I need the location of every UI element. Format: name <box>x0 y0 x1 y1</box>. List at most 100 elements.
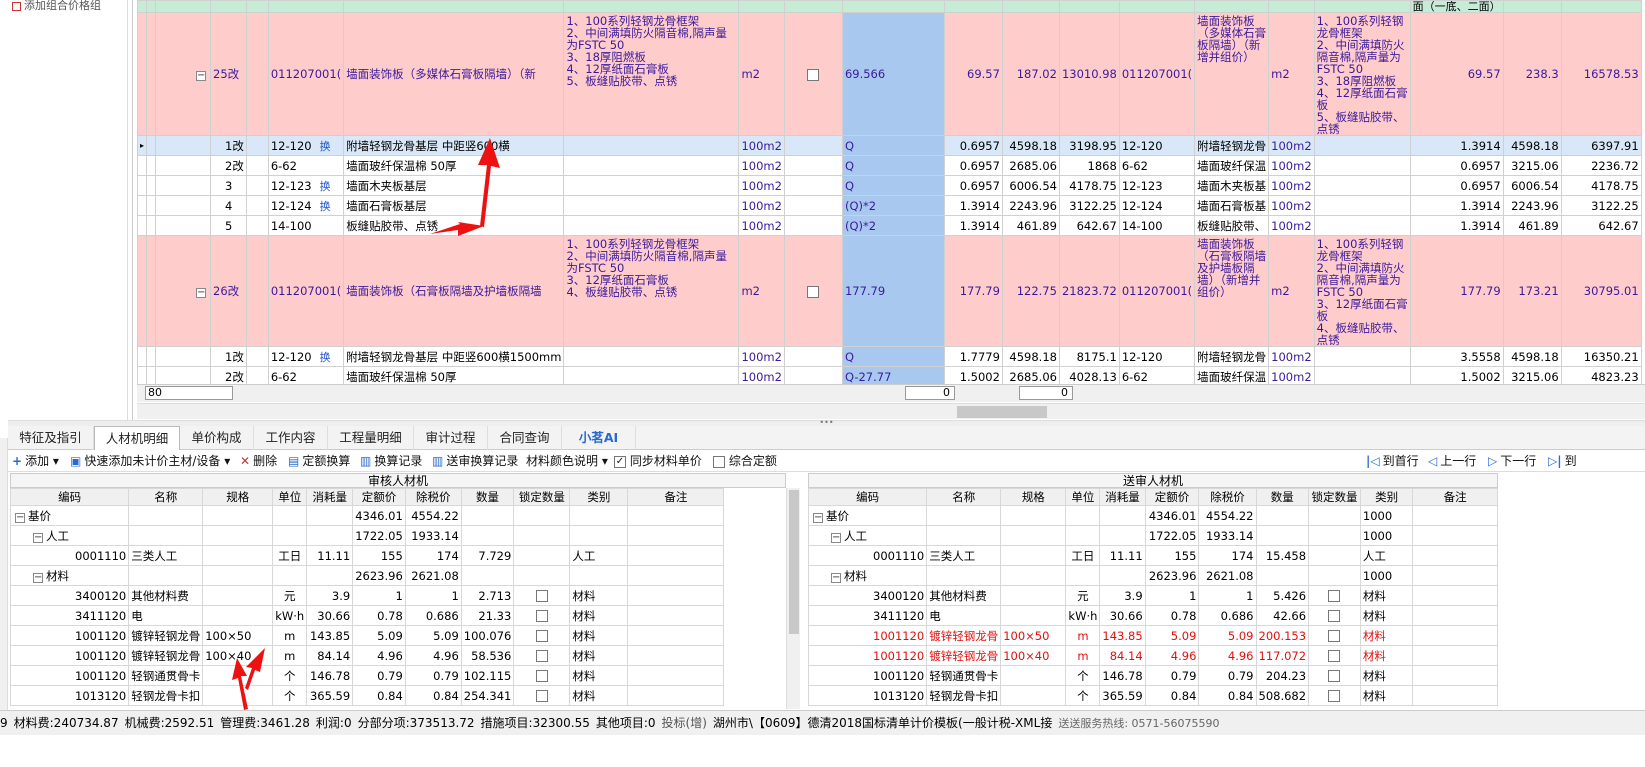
lock-cell[interactable] <box>783 235 843 347</box>
quota-row[interactable]: 2改 6-62 墙面玻纤保温棉 50厚 100m2 Q 0.6957 2685.06 1868… <box>137 155 1642 176</box>
lock-cell[interactable] <box>783 12 843 136</box>
column-header[interactable]: 除税价 <box>404 488 462 506</box>
table-row[interactable]: 1001120 轻钢通贯骨卡个 146.78 0.79 0.79 102.115 材料 <box>10 665 725 686</box>
column-header[interactable]: 数量 <box>460 488 515 506</box>
lock-qty-cell[interactable] <box>1308 585 1361 606</box>
tab-unit-price[interactable]: 单价构成 <box>180 426 254 450</box>
table-row[interactable]: 1013120 轻钢龙骨卡扣个 365.59 0.84 0.84 254.341 材料 <box>10 685 725 706</box>
lock-qty-cell[interactable] <box>513 605 571 626</box>
lock-qty-cell[interactable] <box>1308 605 1361 626</box>
tree-cell[interactable]: − <box>155 235 212 347</box>
sent-conversion-record-button[interactable]: ▥ 送审换算记录 <box>432 452 518 470</box>
lock-qty-cell[interactable] <box>513 625 571 646</box>
material-color-button[interactable]: 材料颜色说明 ▾ <box>526 452 608 470</box>
collapse-icon[interactable]: − <box>33 532 43 543</box>
checkbox-icon[interactable] <box>535 670 548 682</box>
tree-cell[interactable]: − <box>155 12 212 136</box>
vertical-scrollbar[interactable] <box>786 488 800 709</box>
scroll-thumb[interactable] <box>957 406 1047 418</box>
column-header[interactable]: 名称 <box>128 488 204 506</box>
table-row[interactable]: 1001120 镀锌轻钢龙骨 100×50 m 143.85 5.09 5.09 200.15… <box>808 625 1498 646</box>
table-row[interactable]: 0001110 三类人工 工日 11.11 155 174 15.458 人工 <box>808 545 1498 566</box>
column-header[interactable]: 锁定数量 <box>513 488 571 506</box>
tab-quantity-detail[interactable]: 工程量明细 <box>328 426 414 450</box>
first-row-button[interactable]: |◁ 到首行 <box>1366 452 1419 470</box>
next-row-button[interactable]: ▷ 下一行 <box>1488 452 1536 470</box>
conversion-record-button[interactable]: ▥ 换算记录 <box>360 452 422 470</box>
quota-conversion-button[interactable]: ▤ 定额换算 <box>288 452 350 470</box>
bill-row[interactable]: −26改 011207001(墙面装饰板（石膏板隔墙及护墙板隔墙 1、100系列轻钢… <box>137 235 1642 347</box>
column-header[interactable]: 备注 <box>1412 488 1498 506</box>
table-row[interactable]: − 人工 1722.05 1933.14 <box>10 525 725 546</box>
quick-add-button[interactable]: ▣ 快速添加未计价主材/设备 ▾ <box>70 452 230 470</box>
column-header[interactable]: 编码 <box>10 488 130 506</box>
last-row-button[interactable]: ▷| 到 <box>1548 452 1577 470</box>
table-row[interactable]: 3400120 其他材料费元 3.9 1 1 5.426 材料 <box>808 585 1498 606</box>
project-tree[interactable]: 添加组合价格组 <box>8 0 128 438</box>
table-row[interactable]: − 基价 4346.01 4554.22 1000 <box>808 505 1498 526</box>
column-header[interactable]: 除税价 <box>1198 488 1257 506</box>
tab-audit-process[interactable]: 审计过程 <box>414 426 488 450</box>
quota-row[interactable]: 5 14-100 板缝贴胶带、点锈 100m2 (Q)*2 1.3914 461.89 642… <box>137 215 1642 236</box>
lock-qty-cell[interactable] <box>513 685 571 706</box>
table-row[interactable]: 1001120 镀锌轻钢龙骨 100×50 m 143.85 5.09 5.09 100.07… <box>10 625 725 646</box>
checkbox-icon[interactable] <box>807 285 820 298</box>
row-height-input[interactable]: 80 <box>145 386 233 400</box>
column-header[interactable]: 消耗量 <box>306 488 354 506</box>
column-header[interactable]: 规格 <box>202 488 274 506</box>
lock-qty-cell[interactable] <box>513 665 571 686</box>
table-row[interactable]: − 人工 1722.05 1933.14 1000 <box>808 525 1498 546</box>
checkbox-icon[interactable] <box>535 610 548 622</box>
table-row[interactable]: 1001120 镀锌轻钢龙骨 100×40 m 84.14 4.96 4.96 58.536 材… <box>10 645 725 666</box>
add-button[interactable]: + 添加 ▾ <box>12 452 59 470</box>
collapse-icon[interactable]: − <box>813 512 823 523</box>
column-header[interactable]: 消耗量 <box>1099 488 1146 506</box>
column-header[interactable]: 定额价 <box>352 488 406 506</box>
tab-features[interactable]: 特征及指引 <box>8 426 94 450</box>
column-header[interactable]: 编码 <box>808 488 928 506</box>
table-row[interactable]: − 基价 4346.01 4554.22 <box>10 505 725 526</box>
total-input-1[interactable]: 0 <box>905 386 955 400</box>
tab-ai[interactable]: 小茗AI <box>562 426 636 450</box>
column-header[interactable]: 备注 <box>627 488 725 506</box>
tree-item[interactable]: 添加组合价格组 <box>8 0 127 12</box>
table-row[interactable]: − 材料 2623.96 2621.08 1000 <box>808 565 1498 586</box>
checkbox-icon[interactable] <box>1328 670 1341 682</box>
lock-qty-cell[interactable] <box>1308 645 1361 666</box>
lock-qty-cell[interactable] <box>1308 625 1361 646</box>
table-row[interactable]: 1001120 轻钢通贯骨卡个 146.78 0.79 0.79 204.23 材料 <box>808 665 1498 686</box>
column-header[interactable]: 类别 <box>1359 488 1414 506</box>
comprehensive-checkbox[interactable]: 综合定额 <box>713 452 777 470</box>
column-header[interactable]: 单位 <box>272 488 308 506</box>
column-header[interactable]: 名称 <box>926 488 1002 506</box>
checkbox-icon[interactable] <box>807 68 820 81</box>
horizontal-scrollbar[interactable] <box>137 403 1645 419</box>
collapse-icon[interactable]: − <box>831 532 841 543</box>
checkbox-icon[interactable] <box>535 690 548 702</box>
quota-row[interactable]: 3 12-123 换墙面木夹板基层 100m2 Q 0.6957 6006.54 4178.7… <box>137 175 1642 196</box>
checkbox-icon[interactable] <box>1328 610 1341 622</box>
collapse-icon[interactable]: − <box>196 288 207 298</box>
table-row[interactable]: 3411120 电 kW·h 30.66 0.78 0.686 42.66 材料 <box>808 605 1498 626</box>
quota-row[interactable]: 1改 12-120 换附墙轻钢龙骨基层 中距竖600横1500mm 100m2 Q 1.7… <box>137 346 1642 367</box>
collapse-icon[interactable]: − <box>33 572 43 583</box>
column-header[interactable]: 规格 <box>1000 488 1067 506</box>
checkbox-icon[interactable] <box>535 590 548 602</box>
total-input-2[interactable]: 0 <box>1019 386 1073 400</box>
lock-qty-cell[interactable] <box>1308 685 1361 706</box>
checkbox-icon[interactable] <box>535 650 548 662</box>
collapse-icon[interactable]: − <box>196 71 207 81</box>
column-header[interactable]: 类别 <box>569 488 629 506</box>
checkbox-icon[interactable] <box>1328 630 1341 642</box>
table-row[interactable]: 0001110 三类人工 工日 11.11 155 174 7.729 人工 <box>10 545 725 566</box>
table-row[interactable]: 3411120 电 kW·h 30.66 0.78 0.686 21.33 材料 <box>10 605 725 626</box>
delete-button[interactable]: ✕ 删除 <box>240 452 277 470</box>
quota-row[interactable]: 4 12-124 换墙面石膏板基层 100m2 (Q)*2 1.3914 2243.96 31… <box>137 195 1642 216</box>
lock-qty-cell[interactable] <box>513 585 571 606</box>
table-row[interactable]: 1001120 镀锌轻钢龙骨 100×40 m 84.14 4.96 4.96 117.072… <box>808 645 1498 666</box>
column-header[interactable]: 定额价 <box>1144 488 1200 506</box>
checkbox-icon[interactable] <box>535 630 548 642</box>
sync-price-checkbox[interactable]: ✓ 同步材料单价 <box>614 452 702 470</box>
quota-row[interactable]: ▸ 1改 12-120 换附墙轻钢龙骨基层 中距竖600横 100m2 Q 0.6957 45… <box>137 135 1642 156</box>
tab-contract-query[interactable]: 合同查询 <box>488 426 562 450</box>
